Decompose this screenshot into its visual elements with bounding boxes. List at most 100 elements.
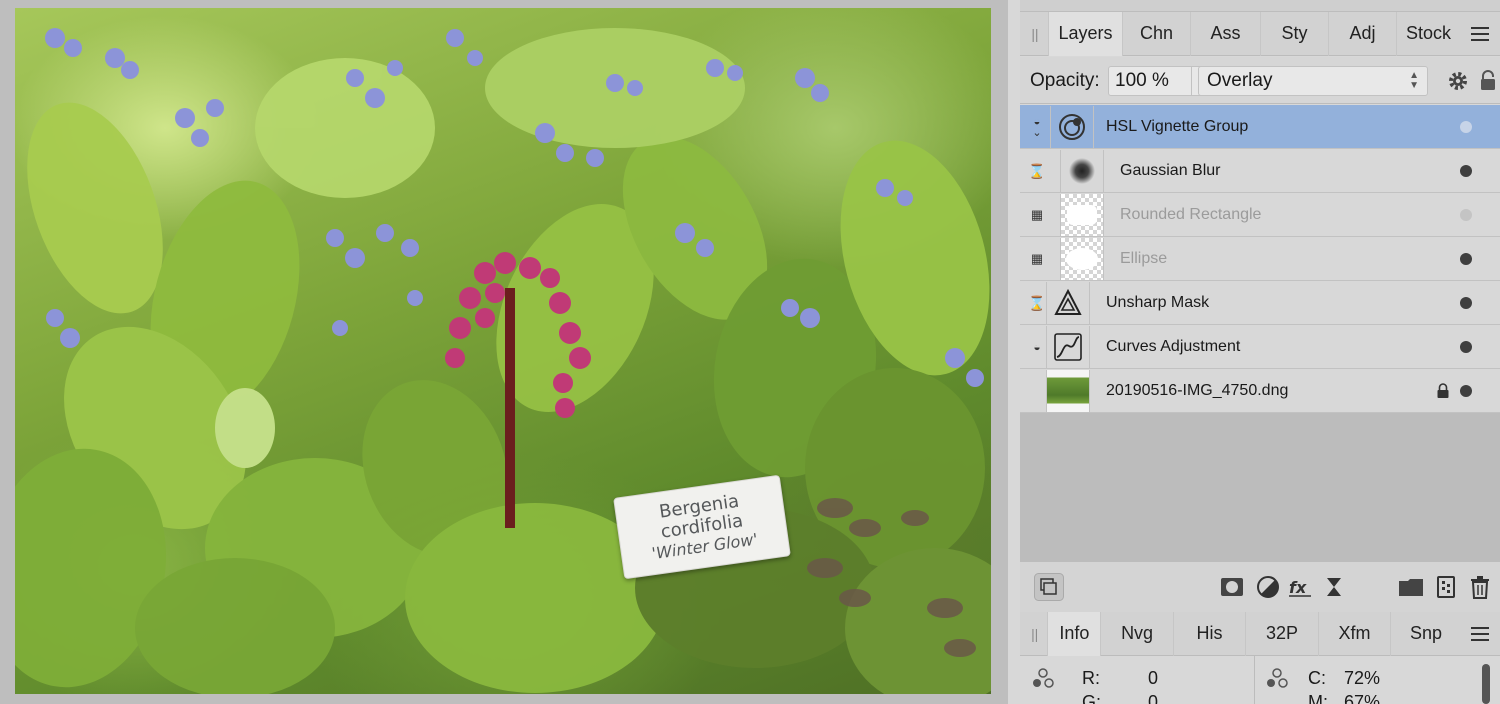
panel-top-edge (1020, 0, 1500, 12)
shape-indicator: ▦ (1024, 193, 1050, 237)
hamburger-icon (1471, 26, 1489, 41)
ellipse-icon (1066, 248, 1098, 270)
live-filter-indicator: ⌛ (1024, 149, 1050, 193)
blend-mode-value: Overlay (1207, 70, 1273, 91)
tab-adjustments[interactable]: Adj (1328, 11, 1396, 56)
layer-group-toggle[interactable]: ◒ ⌄ (1024, 105, 1050, 149)
panel-menu-button[interactable] (1461, 612, 1500, 656)
visibility-toggle[interactable] (1460, 253, 1472, 265)
layer-thumbnail (1046, 370, 1090, 412)
tab-layers[interactable]: Layers (1048, 11, 1122, 56)
info-c-label: C: (1308, 668, 1326, 688)
layer-name[interactable]: Rounded Rectangle (1120, 206, 1261, 224)
layer-row-unsharp-mask[interactable]: ⌛ Unsharp Mask (1020, 281, 1500, 325)
lock-icon[interactable] (1478, 69, 1498, 93)
visibility-toggle[interactable] (1460, 121, 1472, 133)
tab-stock[interactable]: Stock (1396, 11, 1460, 56)
info-panel-body: R: 0 G: 0 C: 72% M: 67% (1020, 656, 1500, 704)
layer-name[interactable]: Ellipse (1120, 250, 1167, 268)
image-thumbnail (1047, 370, 1089, 412)
hamburger-icon (1471, 626, 1490, 641)
info-m-value: 67% (1344, 692, 1381, 704)
info-m-label: M: (1308, 692, 1328, 704)
layer-name[interactable]: HSL Vignette Group (1106, 118, 1248, 136)
hourglass-icon: ⌛ (1028, 294, 1046, 311)
layer-row-rounded-rectangle[interactable]: ▦ Rounded Rectangle (1020, 193, 1500, 237)
panel-grip-handle[interactable]: | | (1020, 12, 1048, 56)
photo-foliage (15, 28, 991, 694)
affinity-photo-window: Bergenia cordifolia 'Winter Glow' | | La… (0, 0, 1500, 704)
gaussian-blur-icon (1069, 158, 1095, 184)
info-r-value: 0 (1148, 668, 1159, 688)
layer-row-hsl-vignette-group[interactable]: ◒ ⌄ HSL Vignette Group (1020, 105, 1500, 149)
gear-icon[interactable] (1446, 69, 1470, 93)
studio-panel: | | Layers Chn Ass Sty Adj Stock Opacity… (1008, 0, 1500, 704)
photo-image[interactable]: Bergenia cordifolia 'Winter Glow' (15, 8, 991, 694)
lock-icon[interactable] (1436, 383, 1450, 399)
tab-32-bit-preview[interactable]: 32P (1245, 611, 1317, 656)
svg-text:fx: fx (1289, 578, 1307, 597)
visibility-toggle[interactable] (1460, 209, 1472, 221)
document-canvas[interactable]: Bergenia cordifolia 'Winter Glow' (0, 0, 1008, 704)
panel-menu-button[interactable] (1460, 12, 1500, 56)
layer-thumbnail (1046, 326, 1090, 368)
info-panel-tabbar: | | Info Nvg His 32P Xfm Snp (1020, 611, 1500, 656)
arrange-layers-icon[interactable] (1034, 573, 1064, 601)
layer-thumbnail (1060, 194, 1104, 236)
layer-row-ellipse[interactable]: ▦ Ellipse (1020, 237, 1500, 281)
layer-thumbnail (1046, 282, 1090, 324)
visibility-toggle[interactable] (1460, 297, 1472, 309)
layer-name[interactable]: Curves Adjustment (1106, 338, 1240, 356)
layer-row-curves-adjustment[interactable]: ◒ Curves Adjustment (1020, 325, 1500, 369)
color-picker-icon[interactable] (1030, 668, 1056, 690)
fx-icon[interactable]: fx (1288, 575, 1312, 599)
adjustments-icon[interactable] (1256, 575, 1280, 599)
tab-assets[interactable]: Ass (1190, 11, 1260, 56)
tab-transform[interactable]: Xfm (1317, 611, 1390, 656)
info-r-label: R: (1082, 668, 1100, 688)
tab-snapshots[interactable]: Snp (1390, 611, 1461, 656)
layer-row-image[interactable]: 20190516-IMG_4750.dng (1020, 369, 1500, 413)
live-filters-icon[interactable] (1322, 575, 1346, 599)
tab-styles[interactable]: Sty (1260, 11, 1328, 56)
layers-panel-tabbar: | | Layers Chn Ass Sty Adj Stock (1020, 11, 1500, 56)
layers-panel-toolbar: fx (1020, 561, 1500, 612)
shape-indicator: ▦ (1024, 237, 1050, 281)
tab-channels[interactable]: Chn (1122, 11, 1190, 56)
color-picker-icon[interactable] (1264, 668, 1290, 690)
hourglass-icon: ⌛ (1028, 162, 1046, 179)
folder-icon[interactable] (1398, 575, 1424, 599)
layer-thumbnail (1060, 150, 1104, 192)
layer-name[interactable]: Unsharp Mask (1106, 294, 1209, 312)
info-scrollbar[interactable] (1482, 664, 1490, 704)
layer-properties-bar: Opacity: 100 % ⌄ Overlay ▲▼ (1020, 57, 1500, 104)
trash-icon[interactable] (1468, 575, 1492, 599)
opacity-label: Opacity: (1030, 70, 1100, 91)
info-g-value: 0 (1148, 692, 1159, 704)
shape-tool-icon: ▦ (1030, 207, 1044, 222)
layer-row-gaussian-blur[interactable]: ⌛ Gaussian Blur (1020, 149, 1500, 193)
layer-thumbnail (1060, 238, 1104, 280)
info-c-value: 72% (1344, 668, 1381, 688)
tab-info[interactable]: Info (1047, 611, 1101, 656)
tab-history[interactable]: His (1172, 611, 1245, 656)
panel-grip-handle[interactable]: | | (1020, 612, 1047, 656)
layer-name[interactable]: Gaussian Blur (1120, 162, 1221, 180)
shape-tool-icon: ▦ (1030, 251, 1044, 266)
blend-mode-select[interactable]: Overlay ▲ ▼ (1198, 66, 1428, 96)
opacity-field[interactable]: 100 % (1108, 66, 1192, 96)
layer-thumbnail (1050, 106, 1094, 148)
chevron-down-icon: ⌄ (1032, 127, 1042, 139)
visibility-toggle[interactable] (1460, 341, 1472, 353)
updown-chevron-icon: ▲ ▼ (1409, 70, 1419, 91)
tab-navigator[interactable]: Nvg (1100, 611, 1172, 656)
layer-name[interactable]: 20190516-IMG_4750.dng (1106, 382, 1288, 400)
mask-layer-icon[interactable] (1220, 575, 1244, 599)
visibility-toggle[interactable] (1460, 385, 1472, 397)
layers-list: ◒ ⌄ HSL Vignette Group ⌛ Gaussian Blur ▦… (1020, 105, 1500, 561)
adjustment-half-circle-icon: ◒ (1033, 340, 1041, 354)
pixel-layer-icon[interactable] (1434, 575, 1458, 599)
visibility-toggle[interactable] (1460, 165, 1472, 177)
curves-icon (1054, 333, 1082, 361)
hsl-adjustment-icon (1059, 114, 1085, 140)
